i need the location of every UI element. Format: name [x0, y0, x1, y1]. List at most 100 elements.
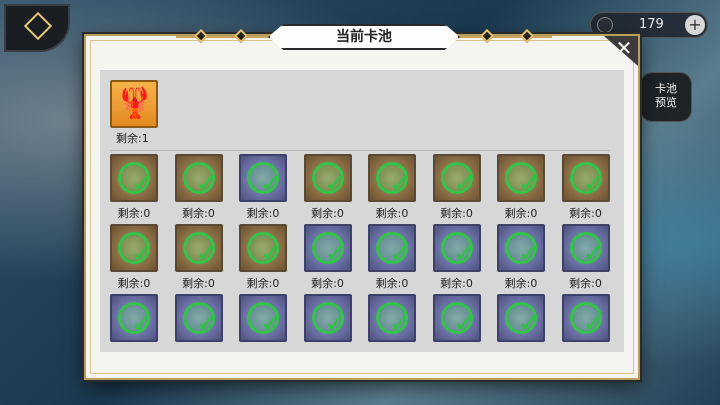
- card-slot[interactable]: ✓: [303, 154, 352, 202]
- card-remaining-label: 剩余:0: [117, 277, 151, 290]
- diamond-icon: [23, 11, 53, 41]
- card-pool-dialog: 当前卡池 ✕ 🦞 剩余:1 ✓ 剩余:0 ✓ 剩余:0 ✓ 剩余:0 ✓ 剩余:0 ✓ 剩余:0 ✓…: [84, 24, 640, 380]
- card-slot[interactable]: ✓: [497, 224, 545, 272]
- collected-ring-icon: ✓: [247, 162, 282, 199]
- card-slot[interactable]: ✓: [303, 294, 352, 342]
- collected-ring-icon: ✓: [376, 232, 411, 269]
- card-slot[interactable]: ✓: [368, 224, 416, 272]
- collected-ring-icon: ✓: [569, 162, 604, 199]
- collected-ring-icon: ✓: [182, 232, 217, 269]
- checkmark-icon: ✓: [389, 239, 411, 269]
- checkmark-icon: ✓: [324, 239, 347, 269]
- collected-ring-icon: ✓: [440, 162, 475, 199]
- collected-ring-icon: ✓: [118, 162, 153, 199]
- preview-label-line1: 卡池: [655, 82, 677, 95]
- card-remaining-label: 剩余:0: [569, 277, 602, 290]
- checkmark-icon: ✓: [131, 309, 153, 339]
- card-slot[interactable]: ✓: [110, 294, 158, 342]
- checkmark-icon: ✓: [324, 169, 347, 199]
- checkmark-icon: ✓: [389, 169, 411, 199]
- card-remaining-label: 剩余:0: [504, 277, 538, 290]
- checkmark-icon: ✓: [260, 239, 282, 269]
- collected-ring-icon: ✓: [182, 302, 217, 339]
- card-remaining-label: 剩余:0: [440, 277, 473, 290]
- lobster-item-slot[interactable]: 🦞: [110, 80, 158, 128]
- card-slot[interactable]: ✓: [561, 224, 610, 272]
- checkmark-icon: ✓: [518, 169, 540, 199]
- collected-ring-icon: ✓: [247, 232, 282, 269]
- add-currency-button[interactable]: +: [685, 15, 705, 35]
- checkmark-icon: ✓: [389, 309, 411, 339]
- checkmark-icon: ✓: [453, 309, 476, 339]
- pool-preview-button[interactable]: 卡池 预览: [640, 72, 692, 122]
- checkmark-icon: ✓: [582, 239, 605, 269]
- ornament-diamond-icon: [193, 28, 209, 44]
- checkmark-icon: ✓: [131, 239, 153, 269]
- collected-ring-icon: ✓: [311, 302, 346, 339]
- card-slot[interactable]: ✓: [239, 224, 287, 272]
- collected-ring-icon: ✓: [376, 162, 411, 199]
- checkmark-icon: ✓: [582, 309, 605, 339]
- lobster-icon: 🦞: [116, 86, 154, 121]
- card-remaining-label: 剩余:0: [375, 277, 409, 290]
- card-slot[interactable]: ✓: [561, 154, 610, 202]
- checkmark-icon: ✓: [195, 309, 218, 339]
- card-slot[interactable]: ✓: [497, 154, 545, 202]
- dialog-title: 当前卡池: [268, 24, 460, 50]
- card-slot[interactable]: ✓: [174, 294, 223, 342]
- ornament-diamond-icon: [479, 28, 495, 44]
- card-slot[interactable]: ✓: [239, 154, 287, 202]
- collected-ring-icon: ✓: [505, 232, 540, 269]
- card-slot[interactable]: ✓: [432, 224, 481, 272]
- collected-ring-icon: ✓: [505, 162, 540, 199]
- card-remaining-label: 剩余:0: [246, 277, 280, 290]
- card-remaining-label: 剩余:0: [182, 277, 215, 290]
- card-slot[interactable]: ✓: [497, 294, 545, 342]
- card-slot[interactable]: ✓: [561, 294, 610, 342]
- close-button[interactable]: ✕: [604, 36, 638, 66]
- collected-ring-icon: ✓: [118, 302, 153, 339]
- checkmark-icon: ✓: [582, 169, 605, 199]
- card-slot[interactable]: ✓: [174, 224, 223, 272]
- card-slot[interactable]: ✓: [432, 154, 481, 202]
- checkmark-icon: ✓: [324, 309, 347, 339]
- collected-ring-icon: ✓: [311, 232, 346, 269]
- card-slot[interactable]: ✓: [174, 154, 223, 202]
- close-icon: ✕: [615, 36, 633, 60]
- checkmark-icon: ✓: [260, 169, 282, 199]
- checkmark-icon: ✓: [131, 169, 153, 199]
- checkmark-icon: ✓: [518, 239, 540, 269]
- ornament-diamond-icon: [233, 28, 249, 44]
- checkmark-icon: ✓: [195, 239, 218, 269]
- card-remaining-label: 剩余:0: [504, 207, 538, 220]
- checkmark-icon: ✓: [195, 169, 218, 199]
- card-slot[interactable]: ✓: [110, 224, 158, 272]
- card-slot[interactable]: ✓: [110, 154, 158, 202]
- card-grid: ✓ 剩余:0 ✓ 剩余:0 ✓ 剩余:0 ✓ 剩余:0 ✓ 剩余:0 ✓ 剩余:0 ✓ 剩余:0 ✓ 剩余:0…: [110, 154, 620, 352]
- checkmark-icon: ✓: [518, 309, 540, 339]
- preview-label-line2: 预览: [655, 96, 677, 109]
- ornament-diamond-icon: [519, 28, 535, 44]
- card-remaining-label: 剩余:0: [311, 207, 344, 220]
- collected-ring-icon: ✓: [569, 302, 604, 339]
- collected-ring-icon: ✓: [311, 162, 346, 199]
- card-slot[interactable]: ✓: [239, 294, 287, 342]
- checkmark-icon: ✓: [453, 239, 476, 269]
- collected-ring-icon: ✓: [440, 232, 475, 269]
- title-banner: 当前卡池: [176, 24, 552, 50]
- card-remaining-label: 剩余:0: [182, 207, 215, 220]
- card-slot[interactable]: ✓: [432, 294, 481, 342]
- collected-ring-icon: ✓: [440, 302, 475, 339]
- card-remaining-label: 剩余:0: [375, 207, 409, 220]
- currency-icon: [597, 17, 613, 33]
- checkmark-icon: ✓: [453, 169, 476, 199]
- card-remaining-label: 剩余:0: [569, 207, 602, 220]
- card-remaining-label: 剩余:0: [117, 207, 151, 220]
- collected-ring-icon: ✓: [505, 302, 540, 339]
- card-slot[interactable]: ✓: [368, 294, 416, 342]
- card-slot[interactable]: ✓: [368, 154, 416, 202]
- collected-ring-icon: ✓: [247, 302, 282, 339]
- card-slot[interactable]: ✓: [303, 224, 352, 272]
- card-remaining-label: 剩余:0: [311, 277, 344, 290]
- card-remaining-label: 剩余:0: [246, 207, 280, 220]
